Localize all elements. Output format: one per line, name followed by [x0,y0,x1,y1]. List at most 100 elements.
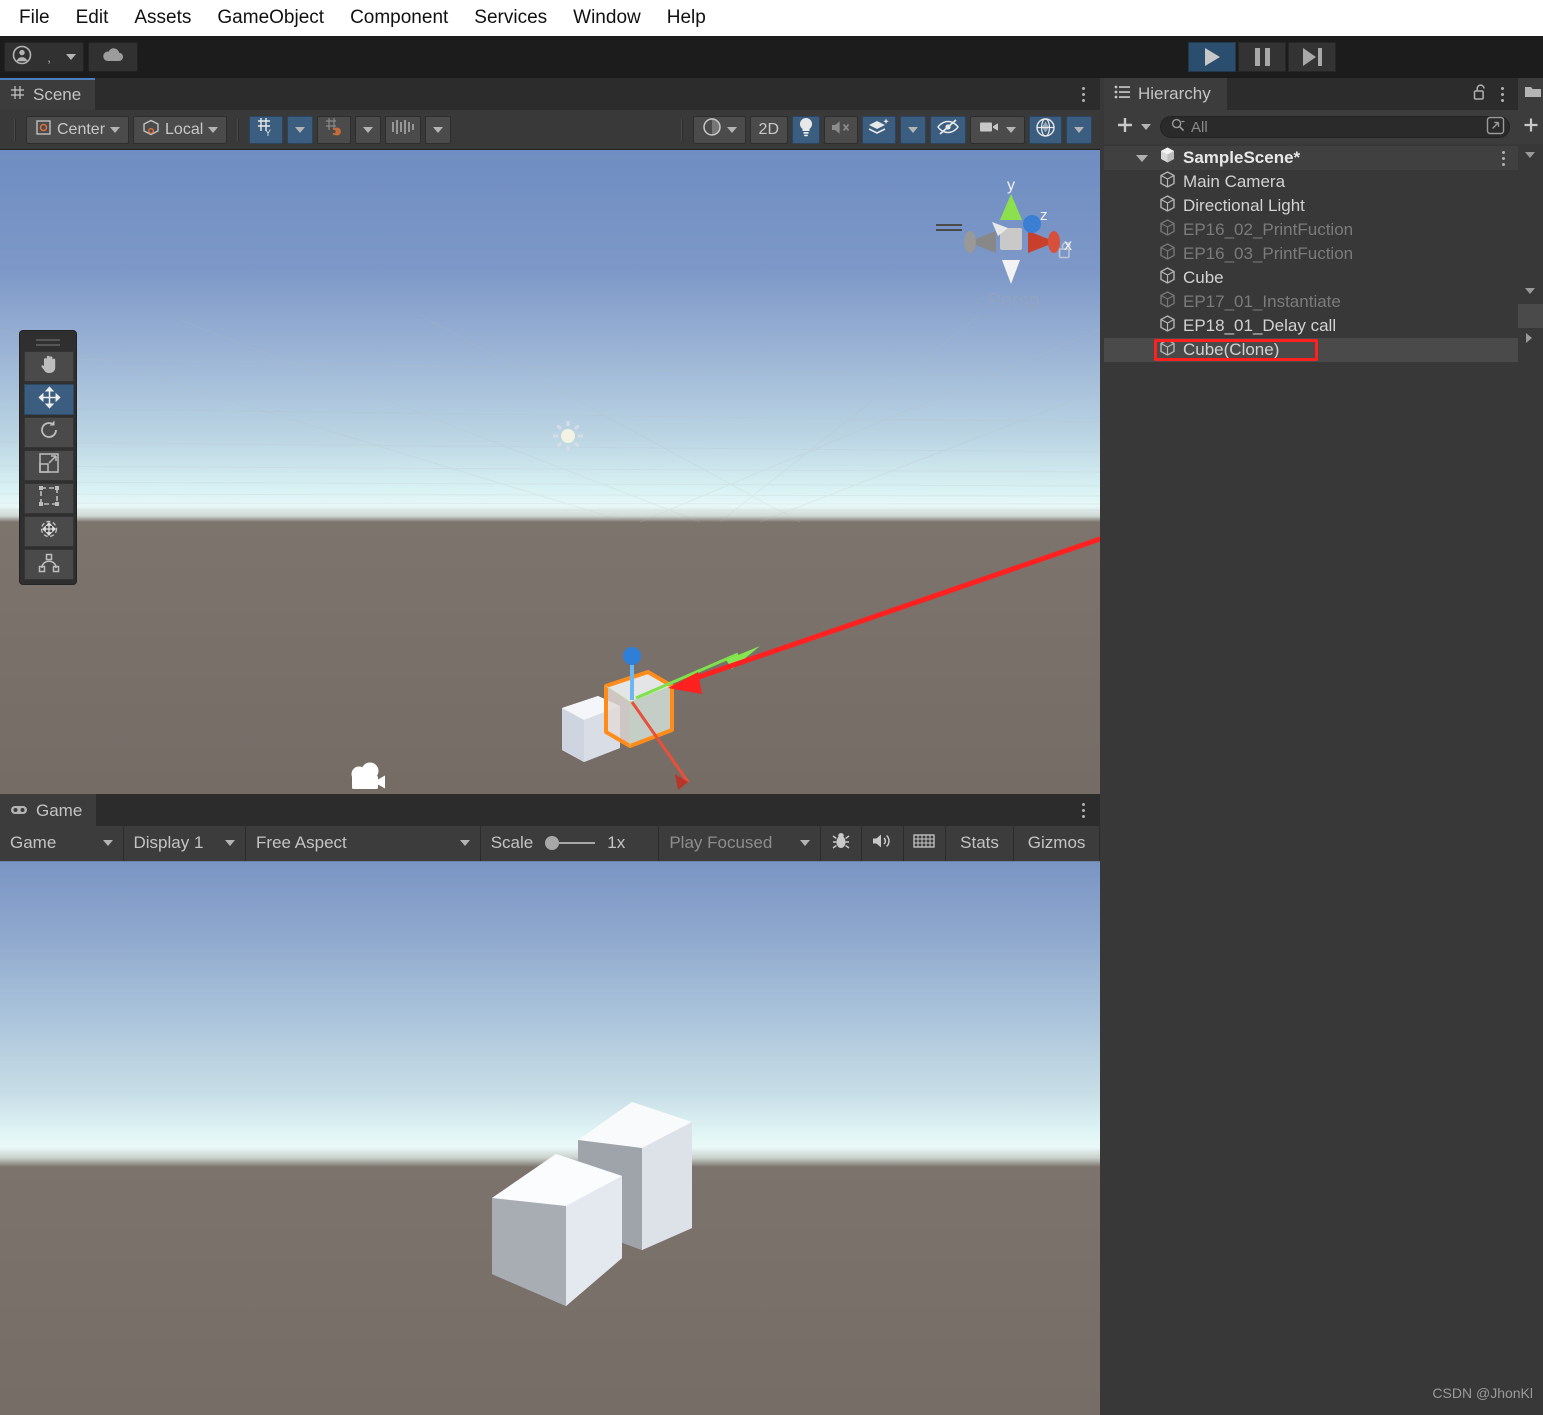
scene-menu-button[interactable] [1077,84,1090,105]
aspect-grid-button[interactable] [903,825,946,861]
hierarchy-row-main-camera[interactable]: Main Camera [1104,170,1518,194]
tool-palette-grip[interactable] [24,335,72,349]
tab-scene[interactable]: Scene [0,78,96,110]
scene-camera-dropdown[interactable] [970,115,1025,144]
project-tree-row[interactable] [1518,328,1543,352]
project-tree-row-selected[interactable] [1518,304,1543,328]
scene-lighting-toggle[interactable] [792,115,820,144]
shading-mode-dropdown[interactable] [692,115,746,144]
tab-hierarchy-label: Hierarchy [1138,84,1211,103]
search-expand-icon[interactable] [1486,116,1505,139]
scene-audio-toggle[interactable] [824,115,858,144]
play-button[interactable] [1188,42,1236,72]
menu-item-file[interactable]: File [6,3,63,33]
hierarchy-row-ep18-01[interactable]: EP18_01_Delay call [1104,314,1518,338]
hierarchy-row-ep17-01[interactable]: EP17_01_Instantiate [1104,290,1518,314]
hierarchy-search-field[interactable]: All [1160,116,1510,138]
play-mode-dropdown[interactable]: Play Focused [659,825,821,861]
tab-hierarchy[interactable]: Hierarchy [1104,78,1227,110]
account-dropdown-button[interactable]: , [4,42,84,72]
chevron-right-icon[interactable] [1524,331,1534,349]
hierarchy-row-ep16-02[interactable]: EP16_02_PrintFuction [1104,218,1518,242]
scale-slider[interactable] [545,836,596,850]
menu-item-component[interactable]: Component [337,3,461,33]
scale-tool-button[interactable] [24,450,74,481]
stats-button[interactable]: Stats [945,825,1015,861]
mute-audio-button[interactable] [861,825,904,861]
increment-snap-toggle[interactable] [385,115,422,144]
project-tree-row[interactable] [1518,144,1543,168]
tab-game[interactable]: Game [0,794,97,826]
menu-item-services[interactable]: Services [461,3,560,33]
directional-light-gizmo-icon[interactable] [550,418,586,454]
hierarchy-item-label: EP16_03_PrintFuction [1183,244,1354,263]
debug-bug-button[interactable] [820,825,862,861]
chevron-down-icon[interactable] [1524,147,1536,165]
grid-visibility-dropdown[interactable] [287,115,314,144]
display-label: Display 1 [133,833,204,852]
pivot-mode-dropdown[interactable]: Center [26,115,130,144]
plus-icon[interactable] [1522,116,1540,139]
game-viewport[interactable] [0,862,1100,1415]
menu-item-help[interactable]: Help [654,3,719,33]
move-tool-button[interactable] [24,384,74,415]
gizmos-dropdown[interactable] [1066,115,1092,144]
hierarchy-row-cube-clone[interactable]: Cube(Clone) [1104,338,1518,362]
hierarchy-row-scene-root[interactable]: SampleScene* [1104,146,1518,170]
grid-snap-magnet-icon [323,117,345,142]
hierarchy-row-cube[interactable]: Cube [1104,266,1518,290]
handle-orientation-dropdown[interactable]: Local [133,115,228,144]
step-button[interactable] [1288,42,1336,72]
lock-open-icon[interactable] [1473,83,1488,106]
scene-fx-dropdown[interactable] [900,115,926,144]
display-dropdown[interactable]: Display 1 [123,825,247,861]
custom-tool-button[interactable] [24,549,74,580]
hierarchy-row-directional-light[interactable]: Directional Light [1104,194,1518,218]
tab-project[interactable] [1518,78,1543,110]
pause-button[interactable] [1238,42,1286,72]
menu-item-gameobject[interactable]: GameObject [204,3,337,33]
scene-tab-row-rest [95,78,1100,110]
chevron-down-icon[interactable] [1136,154,1148,162]
scene-row-menu-button[interactable] [1497,148,1510,169]
chevron-down-icon [295,126,306,133]
gameobject-cube-icon [1158,338,1177,362]
aspect-ratio-dropdown[interactable]: Free Aspect [246,825,481,861]
project-tree-row[interactable] [1518,280,1543,304]
hierarchy-row-ep16-03[interactable]: EP16_03_PrintFuction [1104,242,1518,266]
game-view-dropdown[interactable]: Game [0,825,124,861]
gizmos-toggle[interactable] [1029,115,1062,144]
menu-item-window[interactable]: Window [560,3,654,33]
chevron-down-icon[interactable] [1524,283,1536,301]
chevron-down-icon [726,126,737,133]
scene-viewport[interactable]: y x z ‹ Persp [0,150,1100,794]
menu-item-assets[interactable]: Assets [121,3,204,33]
hidden-objects-toggle[interactable] [930,115,966,144]
grid-snapping-toggle[interactable] [317,115,352,144]
gizmos-globe-icon [1035,117,1056,143]
grid-visibility-toggle[interactable]: Y [249,115,284,144]
rotate-tool-button[interactable] [24,417,74,448]
menu-item-edit[interactable]: Edit [63,3,122,33]
hierarchy-panel: Hierarchy All SampleScene* Main Camera D… [1104,78,1518,1415]
hierarchy-tree[interactable]: SampleScene* Main Camera Directional Lig… [1104,144,1518,1415]
increment-snap-dropdown[interactable] [425,115,452,144]
hierarchy-menu-button[interactable] [1496,84,1509,105]
scene-objects[interactable] [540,620,800,794]
scene-orientation-gizmo[interactable]: y x z [946,174,1076,304]
rect-tool-button[interactable] [24,483,74,514]
scale-slider-group[interactable]: Scale 1x [480,825,660,861]
game-menu-button[interactable] [1077,800,1090,821]
hand-tool-button[interactable] [24,351,74,382]
add-gameobject-button[interactable] [1112,113,1154,142]
main-camera-gizmo-icon[interactable] [346,762,390,794]
cloud-services-button[interactable] [88,42,138,72]
grid-snapping-dropdown[interactable] [355,115,382,144]
transform-tool-button[interactable] [24,516,74,547]
scene-fx-toggle[interactable] [862,115,896,144]
hierarchy-item-label: EP17_01_Instantiate [1183,292,1341,311]
rect-transform-icon [38,485,60,512]
gizmos-button[interactable]: Gizmos [1014,825,1100,861]
2d-mode-toggle[interactable]: 2D [749,115,788,144]
scene-projection-label[interactable]: ‹ Persp [976,290,1040,313]
